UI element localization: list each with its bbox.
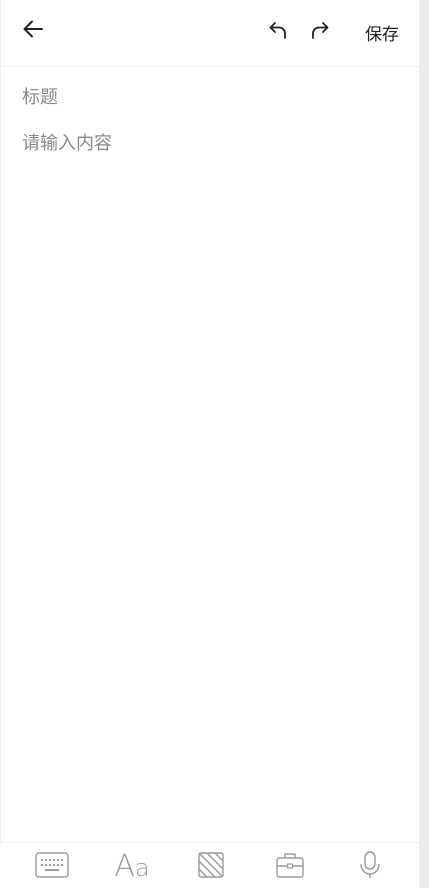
right-edge-strip [419,0,429,888]
arrow-left-icon [21,17,45,45]
header-bar: 保存 [0,0,419,67]
background-button[interactable] [189,847,233,887]
title-input[interactable]: 标题 [22,84,402,112]
redo-icon [309,19,331,45]
toolbox-button[interactable] [268,847,312,887]
text-format-button[interactable]: Aa [110,847,154,887]
briefcase-icon [275,851,305,883]
note-editor-page: 保存 标题 请输入内容 Aa [0,0,419,889]
text-format-icon: Aa [114,849,150,884]
undo-button[interactable] [262,16,294,48]
content-input[interactable]: 请输入内容 [22,130,402,820]
microphone-icon [358,850,382,884]
keyboard-icon [35,852,69,882]
keyboard-button[interactable] [30,847,74,887]
redo-button[interactable] [304,16,336,48]
left-border [0,0,1,888]
undo-icon [267,19,289,45]
save-button[interactable]: 保存 [356,18,408,46]
voice-input-button[interactable] [348,847,392,887]
back-button[interactable] [14,14,52,48]
striped-pattern-icon [197,851,225,883]
bottom-toolbar: Aa [0,842,419,889]
